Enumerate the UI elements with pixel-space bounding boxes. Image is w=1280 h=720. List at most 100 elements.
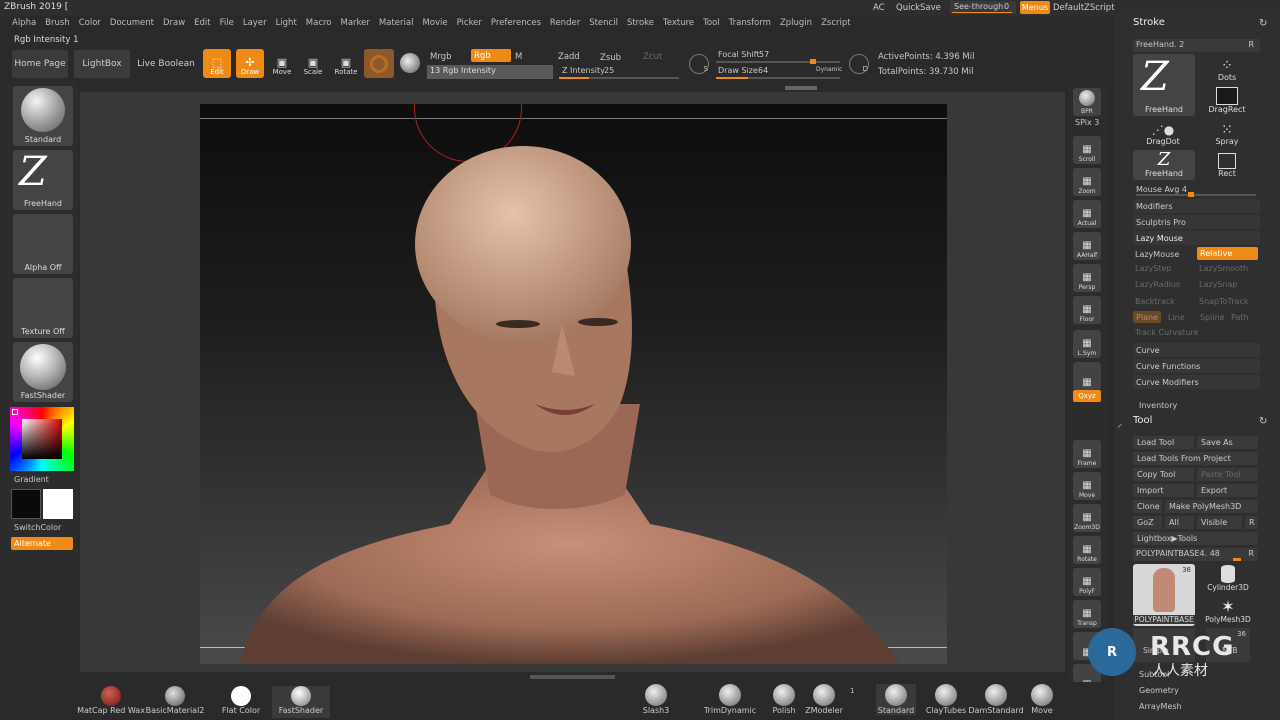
- import-button[interactable]: Import: [1133, 484, 1194, 497]
- draw-size-slider[interactable]: Draw Size 64 Dynamic: [716, 65, 842, 79]
- tool-thumb-polypaintbase[interactable]: 36 POLYPAINTBASE: [1133, 564, 1195, 626]
- modifiers-subpalette[interactable]: Modifiers: [1133, 199, 1260, 213]
- menu-material[interactable]: Material: [379, 18, 414, 30]
- menu-document[interactable]: Document: [110, 18, 154, 30]
- line-toggle[interactable]: Line: [1168, 313, 1185, 322]
- z-intensity-slider[interactable]: Z Intensity 25: [559, 65, 682, 79]
- shelf-polyf-button[interactable]: ▦ PolyF: [1073, 568, 1101, 596]
- copy-tool-button[interactable]: Copy Tool: [1133, 468, 1194, 481]
- shelf-move-button[interactable]: ▦ Move: [1073, 472, 1101, 500]
- switch-color-button[interactable]: SwitchColor: [14, 523, 61, 532]
- plane-toggle[interactable]: Plane: [1133, 311, 1161, 323]
- save-as-button[interactable]: Save As: [1197, 436, 1258, 449]
- goz-button[interactable]: GoZ: [1133, 516, 1162, 529]
- document-canvas[interactable]: [200, 104, 947, 664]
- default-zscript[interactable]: DefaultZScript: [1053, 3, 1115, 13]
- make-polymesh3d-button[interactable]: Make PolyMesh3D: [1165, 500, 1258, 513]
- color-pipe-icon[interactable]: [400, 53, 420, 73]
- tool-panel-title[interactable]: Tool: [1133, 415, 1152, 426]
- lazystep-slider[interactable]: LazyStep: [1135, 264, 1172, 273]
- stroke-dragrect[interactable]: DragRect: [1206, 86, 1248, 116]
- stroke-freehand-large[interactable]: Z FreeHand: [1133, 54, 1195, 116]
- lightbox-tools-button[interactable]: Lightbox▶Tools: [1133, 532, 1258, 545]
- material-swatch-button[interactable]: [364, 49, 394, 78]
- home-page-button[interactable]: Home Page: [12, 50, 68, 78]
- arraymesh-subpalette[interactable]: ArrayMesh: [1139, 702, 1182, 711]
- live-boolean-button[interactable]: Live Boolean: [136, 50, 196, 78]
- spline-toggle[interactable]: Spline: [1200, 313, 1225, 322]
- shelf-lsym-button[interactable]: ▦ L.Sym: [1073, 330, 1101, 358]
- stroke-dragdot[interactable]: ⋰● DragDot: [1138, 118, 1188, 148]
- menu-transform[interactable]: Transform: [729, 18, 771, 30]
- secondary-color-swatch[interactable]: [43, 489, 73, 519]
- tool-thumb-polymesh3d[interactable]: ✶ PolyMesh3D: [1203, 596, 1253, 626]
- shelf-actual-button[interactable]: ▦ Actual: [1073, 200, 1101, 228]
- load-tool-button[interactable]: Load Tool: [1133, 436, 1194, 449]
- tool-thumb-cylinder3d[interactable]: Cylinder3D: [1206, 564, 1250, 594]
- menu-color[interactable]: Color: [79, 18, 101, 30]
- menu-zplugin[interactable]: Zplugin: [780, 18, 812, 30]
- material-flat-color[interactable]: Flat Color: [212, 686, 270, 715]
- rgb-intensity-slider[interactable]: 13 Rgb Intensity: [427, 65, 553, 79]
- menu-file[interactable]: File: [220, 18, 234, 30]
- shelf-rotate-button[interactable]: ▦ Rotate: [1073, 536, 1101, 564]
- alpha-slot[interactable]: Alpha Off: [13, 214, 73, 274]
- zsub-toggle[interactable]: Zsub: [600, 53, 621, 63]
- menu-light[interactable]: Light: [276, 18, 297, 30]
- menu-tool[interactable]: Tool: [703, 18, 720, 30]
- material-matcap-red-wax[interactable]: MatCap Red Wax: [77, 686, 145, 715]
- bpr-button[interactable]: BPR: [1073, 88, 1101, 116]
- shelf-tool-7-button[interactable]: ▦: [1073, 362, 1101, 390]
- bottom-tray-handle[interactable]: [530, 675, 615, 679]
- m-toggle[interactable]: M: [515, 52, 522, 62]
- brush-damstandard-button[interactable]: DamStandard: [968, 684, 1024, 715]
- brush-standard-button[interactable]: Standard: [876, 684, 916, 715]
- curve-modifiers-subpalette[interactable]: Curve Modifiers: [1133, 375, 1260, 389]
- ac-toggle[interactable]: AC: [873, 3, 885, 13]
- lazymouse-toggle[interactable]: LazyMouse: [1135, 250, 1179, 259]
- brush-zmodeler-button[interactable]: ZModeler: [804, 684, 844, 715]
- menu-alpha[interactable]: Alpha: [12, 18, 36, 30]
- mrgb-toggle[interactable]: Mrgb: [430, 52, 451, 62]
- shelf-aahalf-button[interactable]: ▦ AAHalf: [1073, 232, 1101, 260]
- stroke-rect[interactable]: Rect: [1206, 150, 1248, 180]
- track-curvature-slider[interactable]: Track Curvature: [1135, 328, 1198, 337]
- spix-slider[interactable]: SPix 3: [1075, 118, 1099, 127]
- primary-color-swatch[interactable]: [11, 489, 41, 519]
- shelf-floor-button[interactable]: ▦ Floor: [1073, 296, 1101, 324]
- paste-tool-button[interactable]: Paste Tool: [1197, 468, 1258, 481]
- xyz-symmetry-toggle[interactable]: Qxyz: [1073, 390, 1101, 402]
- snaptotrack-toggle[interactable]: SnapToTrack: [1199, 297, 1248, 306]
- menu-render[interactable]: Render: [550, 18, 580, 30]
- shelf-frame-button[interactable]: ▦ Frame: [1073, 440, 1101, 468]
- menu-picker[interactable]: Picker: [457, 18, 482, 30]
- lazysmooth-slider[interactable]: LazySmooth: [1199, 264, 1248, 273]
- inventory-label[interactable]: Inventory: [1139, 401, 1177, 410]
- menu-movie[interactable]: Movie: [422, 18, 447, 30]
- curve-subpalette[interactable]: Curve: [1133, 343, 1260, 357]
- s-lock-icon[interactable]: S: [689, 54, 709, 74]
- relative-toggle[interactable]: Relative: [1197, 247, 1258, 260]
- menu-draw[interactable]: Draw: [163, 18, 185, 30]
- menu-marker[interactable]: Marker: [341, 18, 370, 30]
- brush-trimdynamic-button[interactable]: TrimDynamic: [704, 684, 756, 715]
- goz-visible-button[interactable]: Visible: [1197, 516, 1242, 529]
- menu-preferences[interactable]: Preferences: [491, 18, 541, 30]
- color-picker[interactable]: [10, 407, 74, 471]
- current-tool-slider[interactable]: POLYPAINTBASE4. 48 R: [1133, 548, 1258, 561]
- texture-slot[interactable]: Texture Off: [13, 278, 73, 338]
- brush-polish-button[interactable]: Polish: [764, 684, 804, 715]
- quicksave-button[interactable]: QuickSave: [896, 3, 941, 13]
- brush-slot[interactable]: Standard: [13, 86, 73, 146]
- load-tools-from-project-button[interactable]: Load Tools From Project: [1133, 452, 1258, 465]
- material-slot[interactable]: FastShader: [13, 342, 73, 402]
- shelf-transp-button[interactable]: ▦ Transp: [1073, 600, 1101, 628]
- stroke-freehand-small[interactable]: Z FreeHand: [1133, 150, 1195, 180]
- brush-slash3-button[interactable]: Slash3: [636, 684, 676, 715]
- focal-shift-slider[interactable]: Focal Shift 57: [716, 49, 842, 64]
- alternate-toggle[interactable]: Alternate: [11, 537, 73, 550]
- dynamic-toggle[interactable]: Dynamic: [816, 66, 842, 73]
- backtrack-toggle[interactable]: Backtrack: [1135, 297, 1175, 306]
- lightbox-button[interactable]: LightBox: [74, 50, 130, 78]
- goz-all-button[interactable]: All: [1165, 516, 1194, 529]
